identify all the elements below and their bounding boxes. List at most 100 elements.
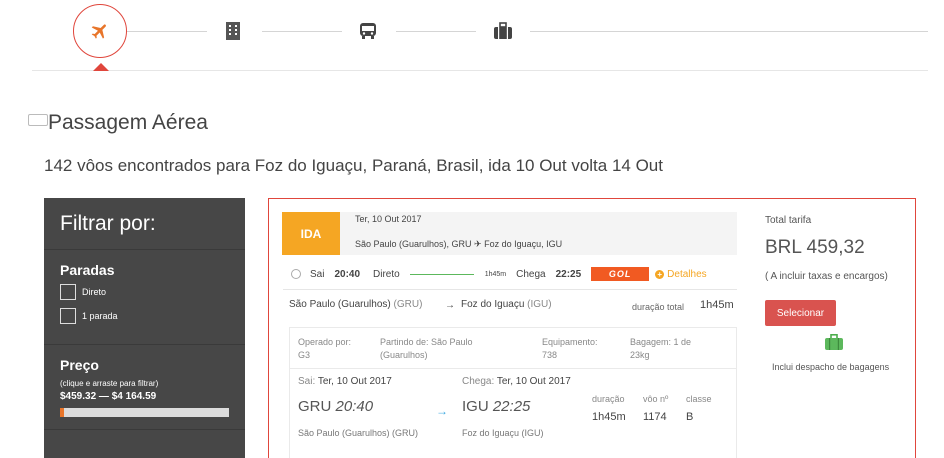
flight-number-label: vôo nº — [643, 394, 669, 404]
section-header: Passagem Aérea — [28, 111, 208, 135]
equipment: Equipamento: 738 — [542, 336, 598, 362]
departure-airport: GRU 20:40 — [298, 398, 373, 415]
airplane-icon — [91, 24, 106, 39]
leg-date: Ter, 10 Out 2017 — [355, 214, 422, 224]
bus-icon — [360, 23, 376, 39]
price-value: BRL 459,32 — [765, 237, 865, 258]
operated-by: Operado por: G3 — [298, 336, 351, 362]
baggage-allowance: Bagagem: 1 de 23kg — [630, 336, 691, 362]
summary-dest-city: Foz do Iguaçu — [461, 299, 525, 310]
arrive-time: 22:25 — [555, 268, 582, 280]
arrow-right-icon: → — [445, 300, 455, 311]
details-link[interactable]: + Detalhes — [655, 268, 707, 280]
class-value: B — [686, 411, 694, 423]
flight-number: 1174 — [643, 411, 667, 423]
arrival-airport: IGU 22:25 — [462, 398, 530, 415]
total-duration-label: duração total — [632, 302, 685, 312]
departure-date-value: Ter, 10 Out 2017 — [317, 376, 392, 387]
price-taxes-note: ( A incluir taxas e encargos) — [765, 271, 888, 282]
departure-city: São Paulo (Guarulhos) (GRU) — [298, 428, 419, 438]
duration-value: 1h45m — [592, 411, 626, 423]
price-slider[interactable] — [60, 408, 229, 417]
filter-title: Filtrar por: — [44, 198, 245, 250]
booking-stepper — [0, 0, 944, 72]
select-button[interactable]: Selecionar — [765, 300, 836, 326]
departing-from: Partindo de: São Paulo (Guarulhos) — [380, 336, 473, 362]
direct-checkbox[interactable] — [60, 284, 76, 300]
results-summary: 142 vôos encontrados para Foz do Iguaçu,… — [44, 156, 663, 175]
duration-label: duração — [592, 394, 625, 404]
one-stop-checkbox[interactable] — [60, 308, 76, 324]
stops-filter: Paradas Direto 1 parada — [44, 250, 245, 345]
flight-line — [409, 273, 474, 275]
departure-date-label: Sai: — [298, 376, 316, 387]
arrival-date-label: Chega: — [462, 376, 495, 387]
operated-value: G3 — [298, 350, 311, 360]
price-filter: Preço (clique e arraste para filtrar) $4… — [44, 345, 245, 430]
step-bus[interactable] — [357, 20, 379, 42]
departing-value: (Guarulhos) — [380, 350, 428, 360]
baggage-label: Bagagem: 1 de — [630, 337, 692, 347]
flight-details: Operado por: G3 Partindo de: São Paulo (… — [289, 327, 737, 458]
filter-sidebar: Filtrar por: Paradas Direto 1 parada Pre… — [44, 198, 245, 458]
stops-option-direct[interactable]: Direto — [60, 284, 229, 300]
summary-origin: São Paulo (Guarulhos) (GRU) — [289, 299, 422, 310]
flight-type: Direto — [373, 268, 400, 280]
step-connector — [396, 31, 476, 32]
flight-duration: 1h45m — [484, 270, 507, 278]
active-step-indicator — [93, 63, 109, 71]
equipment-label: Equipamento: — [542, 337, 598, 347]
arrival-city: Foz do Iguaçu (IGU) — [462, 428, 544, 438]
one-stop-label: 1 parada — [82, 311, 118, 321]
step-baggage[interactable] — [492, 20, 514, 42]
details-label: Detalhes — [667, 268, 707, 280]
summary-dest-code: (IGU) — [527, 299, 552, 310]
baggage-value: 23kg — [630, 350, 650, 360]
step-hotel[interactable] — [222, 20, 244, 42]
step-connector — [530, 31, 928, 32]
leg-route: São Paulo (Guarulhos), GRU ✈ Foz do Igua… — [355, 239, 563, 249]
flight-option[interactable]: Sai 20:40 Direto 1h45m Chega 22:25 GOL +… — [291, 267, 737, 281]
stops-heading: Paradas — [60, 262, 115, 278]
page-title: Passagem Aérea — [48, 111, 208, 134]
arrival-time: 22:25 — [492, 398, 531, 415]
divider — [283, 289, 737, 290]
departure-code: GRU — [298, 398, 332, 415]
price-hint: (clique e arraste para filtrar) — [60, 379, 159, 388]
arrow-right-icon: → — [436, 404, 448, 418]
divider — [290, 368, 736, 369]
suitcase-icon — [825, 334, 843, 350]
total-duration: 1h45m — [700, 299, 734, 311]
arrival-code: IGU — [462, 398, 489, 415]
departure-date: Sai: Ter, 10 Out 2017 — [298, 376, 392, 387]
price-slider-handle[interactable] — [60, 408, 64, 417]
flight-radio[interactable] — [291, 269, 301, 279]
airline-logo: GOL — [591, 267, 650, 281]
price-heading: Preço — [60, 357, 99, 373]
price-range: $459.32 — $4 164.59 — [60, 391, 157, 402]
leg-badge: IDA — [282, 212, 340, 255]
stops-option-one-stop[interactable]: 1 parada — [60, 308, 229, 324]
depart-time: 20:40 — [334, 268, 361, 280]
flight-result-card: IDA Ter, 10 Out 2017 São Paulo (Guarulho… — [268, 198, 916, 458]
direct-label: Direto — [82, 287, 107, 297]
suitcase-icon — [494, 22, 512, 39]
step-flight[interactable] — [73, 4, 127, 58]
broken-image-icon — [28, 114, 48, 126]
step-connector — [262, 31, 342, 32]
operated-label: Operado por: — [298, 337, 352, 347]
stepper-divider — [32, 70, 928, 71]
departure-time: 20:40 — [335, 398, 374, 415]
plus-icon: + — [655, 269, 665, 279]
summary-origin-code: (GRU) — [393, 299, 423, 310]
depart-label: Sai — [310, 268, 325, 280]
class-label: classe — [686, 394, 712, 404]
departing-label: Partindo de: São Paulo — [380, 337, 473, 347]
summary-dest: Foz do Iguaçu (IGU) — [461, 299, 552, 310]
price-panel: Total tarifa BRL 459,32 ( A incluir taxa… — [765, 215, 915, 282]
arrive-label: Chega — [516, 268, 546, 280]
arrival-date: Chega: Ter, 10 Out 2017 — [462, 376, 571, 387]
equipment-value: 738 — [542, 350, 558, 360]
arrival-date-value: Ter, 10 Out 2017 — [496, 376, 571, 387]
summary-origin-city: São Paulo (Guarulhos) — [289, 299, 391, 310]
